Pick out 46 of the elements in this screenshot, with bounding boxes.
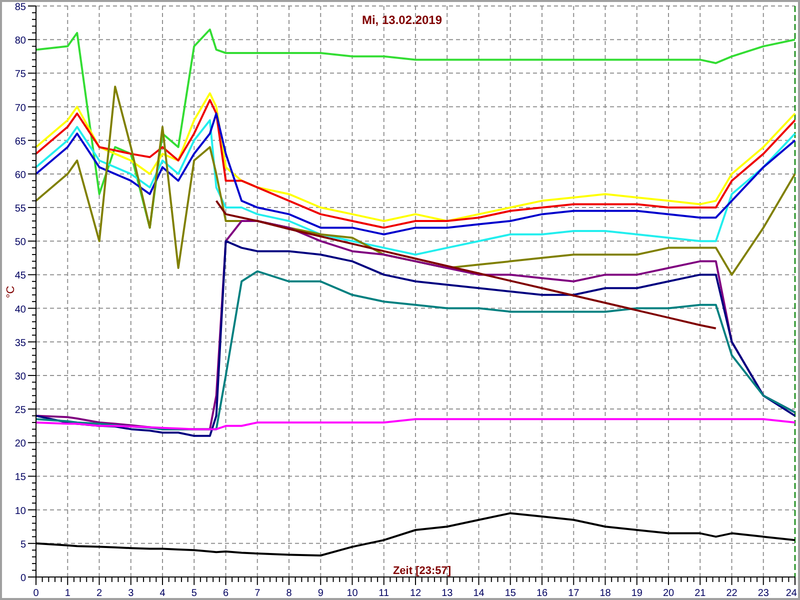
x-tick-label: 16: [536, 588, 548, 598]
x-tick-label: 4: [160, 588, 166, 598]
y-tick-label: 60: [14, 170, 26, 181]
y-tick-label: 70: [14, 102, 26, 114]
x-tick-label: 9: [318, 588, 324, 598]
x-tick-label: 20: [662, 588, 674, 598]
x-tick-label: 11: [378, 588, 390, 598]
x-tick-label: 13: [442, 588, 453, 598]
y-tick-label: 50: [14, 237, 26, 248]
x-tick-label: 2: [96, 588, 102, 598]
y-tick-label: 5: [20, 539, 26, 550]
x-tick-label: 7: [254, 588, 260, 598]
y-tick-label: 80: [14, 36, 26, 47]
x-tick-label: 19: [631, 588, 642, 598]
x-tick-label: 0: [33, 588, 39, 598]
x-axis-label: Zeit [23:57]: [392, 565, 452, 577]
x-tick-label: 18: [600, 588, 611, 598]
x-tick-label: 12: [410, 588, 422, 598]
x-tick-label: 10: [346, 588, 358, 598]
y-tick-label: 75: [14, 69, 26, 80]
y-tick-label: 0: [20, 573, 26, 584]
y-tick-label: 55: [14, 204, 26, 215]
x-tick-label: 23: [758, 588, 769, 598]
x-tick-label: 22: [726, 588, 738, 598]
x-tick-label: 1: [64, 588, 70, 598]
x-tick-label: 17: [568, 588, 580, 598]
y-tick-label: 45: [14, 270, 26, 282]
x-tick-label: 5: [191, 588, 197, 598]
x-tick-label: 8: [286, 588, 292, 598]
y-tick-label: 20: [14, 438, 26, 450]
y-tick-label: 15: [14, 472, 26, 484]
chart-title: Mi, 13.02.2019: [362, 13, 442, 27]
x-tick-label: 6: [222, 588, 229, 598]
x-tick-label: 3: [128, 588, 134, 598]
x-tick-label: 21: [694, 588, 706, 598]
y-tick-label: 65: [14, 136, 26, 148]
y-tick-label: 35: [14, 338, 26, 349]
y-axis-label: °C: [5, 286, 17, 298]
y-tick-label: 40: [14, 304, 26, 316]
y-tick-label: 30: [14, 371, 26, 382]
x-tick-label: 15: [504, 588, 516, 598]
y-tick-label: 25: [14, 405, 26, 416]
x-tick-label: 14: [473, 588, 484, 598]
y-tick-label: 85: [14, 2, 26, 13]
y-tick-label: 10: [14, 506, 26, 517]
x-tick-label: 24: [786, 588, 797, 598]
